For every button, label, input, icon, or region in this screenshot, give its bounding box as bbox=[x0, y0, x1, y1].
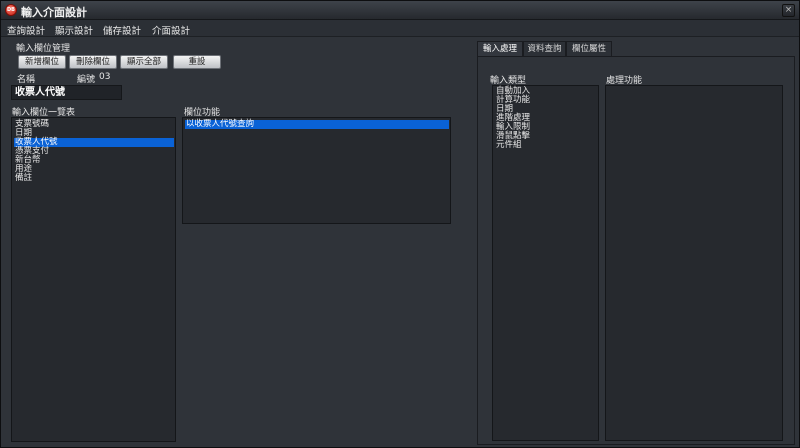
menu-interface-design[interactable]: 介面設計 bbox=[152, 23, 190, 37]
menu-query-design[interactable]: 查詢設計 bbox=[7, 23, 45, 37]
list-item[interactable]: 備註 bbox=[14, 174, 174, 183]
list-item[interactable]: 元件組 bbox=[495, 141, 597, 150]
name-label: 名稱 bbox=[17, 75, 36, 85]
delete-field-button[interactable]: 刪除欄位 bbox=[69, 55, 117, 69]
list-item[interactable]: 新台幣 bbox=[14, 156, 174, 165]
tab-field-properties[interactable]: 欄位屬性 bbox=[566, 41, 612, 56]
field-function-listbox[interactable]: 以收票人代號查詢 bbox=[182, 117, 451, 224]
list-item[interactable]: 支票號碼 bbox=[14, 120, 174, 129]
menu-storage-design[interactable]: 儲存設計 bbox=[103, 23, 141, 37]
field-mgmt-label: 輸入欄位管理 bbox=[16, 44, 71, 54]
add-field-button[interactable]: 新增欄位 bbox=[18, 55, 66, 69]
reset-button[interactable]: 重設 bbox=[173, 55, 221, 69]
input-type-listbox[interactable]: 自動加入 計算功能 日期 進階處理 輸入限制 滑鼠點擊 元件組 bbox=[492, 85, 599, 441]
name-field[interactable]: 收票人代號 bbox=[11, 85, 122, 100]
app-logo-icon: DB bbox=[5, 4, 17, 16]
menu-bar: 查詢設計 顯示設計 儲存設計 介面設計 bbox=[1, 20, 799, 37]
title-bar[interactable]: DB 輸入介面設計 × bbox=[1, 1, 799, 20]
tab-data-query[interactable]: 資料查詢 bbox=[523, 41, 566, 56]
process-function-listbox[interactable] bbox=[605, 85, 783, 441]
field-listbox[interactable]: 支票號碼 日期 收票人代號 憑票支付 新台幣 用途 備註 bbox=[11, 117, 176, 442]
tab-panel: 輸入類型 自動加入 計算功能 日期 進階處理 輸入限制 滑鼠點擊 元件組 處理功… bbox=[477, 56, 795, 445]
code-label: 編號 bbox=[77, 75, 96, 85]
show-all-button[interactable]: 顯示全部 bbox=[120, 55, 168, 69]
tab-input-processing[interactable]: 輸入處理 bbox=[477, 41, 523, 57]
code-value: 03 bbox=[99, 72, 111, 82]
main-window: DB 輸入介面設計 × 查詢設計 顯示設計 儲存設計 介面設計 輸入欄位管理 新… bbox=[0, 0, 800, 448]
close-button[interactable]: × bbox=[782, 4, 795, 17]
list-item-selected[interactable]: 以收票人代號查詢 bbox=[185, 120, 449, 129]
menu-display-design[interactable]: 顯示設計 bbox=[55, 23, 93, 37]
window-title: 輸入介面設計 bbox=[21, 6, 87, 19]
list-item[interactable]: 用途 bbox=[14, 165, 174, 174]
